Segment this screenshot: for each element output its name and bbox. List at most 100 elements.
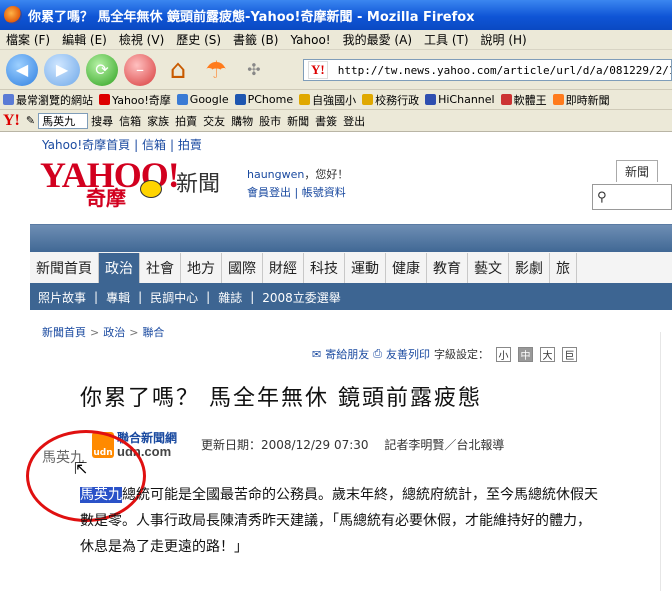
bookmark-item[interactable]: PChome [232, 93, 297, 106]
tab-politics[interactable]: 政治 [99, 253, 140, 283]
tab-international[interactable]: 國際 [222, 253, 263, 283]
font-size-small[interactable]: 小 [496, 346, 512, 362]
forward-button[interactable]: ▶ [44, 53, 80, 86]
bookmark-item[interactable]: Yahoo!奇摩 [96, 92, 174, 108]
toolbar-item-news[interactable]: 新聞 [284, 113, 312, 129]
menu-yahoo[interactable]: Yahoo! [284, 33, 336, 47]
rss-button[interactable]: ☂ [200, 54, 232, 86]
bookmark-item[interactable]: 自強國小 [296, 92, 359, 108]
url-bar[interactable]: Y! http://tw.news.yahoo.com/article/url/… [303, 59, 672, 81]
subnav-photo-story[interactable]: 照片故事 [30, 289, 94, 306]
tab-entertainment[interactable]: 影劇 [509, 253, 550, 283]
breadcrumb-separator: > [90, 326, 100, 339]
rss-icon: ☂ [205, 55, 227, 84]
software-icon [500, 94, 512, 105]
tab-health[interactable]: 健康 [386, 253, 427, 283]
font-size-medium[interactable]: 中 [518, 346, 534, 362]
home-button[interactable]: ⌂ [162, 54, 194, 86]
link-auction[interactable]: 拍賣 [178, 138, 202, 152]
bookmark-label: 最常瀏覽的網站 [16, 93, 93, 107]
toolbar-item-bookmarks[interactable]: 書簽 [312, 113, 340, 129]
article-meta: 更新日期：2008/12/29 07:30 記者李明賢／台北報導 [201, 436, 516, 453]
menu-view[interactable]: 檢視 (V) [113, 31, 170, 48]
tab-tech[interactable]: 科技 [304, 253, 345, 283]
stop-button[interactable]: – [124, 53, 156, 86]
subnav-election[interactable]: 2008立委選舉 [254, 289, 349, 306]
menu-file[interactable]: 檔案 (F) [0, 31, 56, 48]
hichannel-icon [425, 94, 437, 105]
menu-bookmarks[interactable]: 書籤 (B) [227, 31, 284, 48]
toolbar-item-logout[interactable]: 登出 [340, 113, 368, 129]
search-tab-news[interactable]: 新聞 [616, 160, 658, 182]
updated-date: 更新日期：2008/12/29 07:30 [201, 438, 369, 452]
search-icon: ⚲ [597, 189, 607, 205]
tab-society[interactable]: 社會 [140, 253, 181, 283]
toolbar-item-shopping[interactable]: 購物 [228, 113, 256, 129]
breadcrumb-politics[interactable]: 政治 [103, 326, 125, 339]
username: haungwen [247, 168, 305, 181]
bookmark-label: 即時新聞 [565, 93, 610, 107]
bookmark-label: HiChannel [438, 93, 495, 106]
bookmark-label: 軟體王 [513, 93, 547, 107]
article-body[interactable]: 馬英九總統可能是全國最苦命的公務員。歲末年終，總統府統計，至今馬總統休假天數是零… [80, 482, 600, 560]
forward-arrow-icon: ▶ [55, 60, 69, 79]
toolbar-item-dating[interactable]: 交友 [200, 113, 228, 129]
window-titlebar[interactable]: 你累了嗎？ 馬全年無休 鏡頭前露疲態-Yahoo!奇摩新聞 - Mozilla … [0, 0, 672, 30]
tab-local[interactable]: 地方 [181, 253, 222, 283]
font-size-large[interactable]: 大 [540, 346, 556, 362]
toolbar-search-input[interactable]: 馬英九 [38, 112, 89, 129]
toolbar-item-auction[interactable]: 拍賣 [172, 113, 200, 129]
tab-sports[interactable]: 運動 [345, 253, 386, 283]
section-title: 新聞 [176, 172, 221, 197]
pencil-icon[interactable]: ✎ [23, 114, 38, 127]
link-yahoo-home[interactable]: Yahoo!奇摩首頁 [42, 138, 130, 152]
bookmark-label: 校務行政 [375, 93, 420, 107]
tab-education[interactable]: 教育 [427, 253, 468, 283]
article-body-text: 總統可能是全國最苦命的公務員。歲末年終，總統府統計，至今馬總統休假天數是零。人事… [80, 487, 598, 555]
tab-travel[interactable]: 旅 [550, 253, 577, 283]
font-size-huge[interactable]: 巨 [562, 346, 578, 362]
category-tabs: 新聞首頁 政治 社會 地方 國際 財經 科技 運動 健康 教育 藝文 影劇 旅 [30, 252, 672, 284]
breadcrumb-news-home[interactable]: 新聞首頁 [42, 326, 86, 339]
breadcrumb: 新聞首頁 > 政治 > 聯合 [42, 324, 164, 340]
toolbar-item-family[interactable]: 家族 [144, 113, 172, 129]
bookmark-item[interactable]: Google [174, 93, 232, 106]
addon-button[interactable]: ✣ [238, 54, 270, 86]
tab-finance[interactable]: 財經 [263, 253, 304, 283]
nav-strip [30, 224, 672, 254]
reload-button[interactable]: ⟳ [86, 53, 118, 86]
selected-text[interactable]: 馬英九 [80, 487, 122, 503]
toolbar-search-button[interactable]: 搜尋 [88, 113, 116, 129]
print-link[interactable]: 友善列印 [386, 346, 430, 362]
menu-history[interactable]: 歷史 (S) [170, 31, 227, 48]
yahoo-toolbar-logo[interactable]: Y! [0, 112, 23, 130]
bookmark-item[interactable]: 軟體王 [498, 92, 550, 108]
site-search-input[interactable]: ⚲ [592, 184, 672, 210]
pchome-icon [234, 94, 246, 105]
menu-favorites[interactable]: 我的最愛 (A) [337, 31, 418, 48]
menu-tools[interactable]: 工具 (T) [418, 31, 475, 48]
subnav-magazine[interactable]: 雜誌 [210, 289, 250, 306]
back-button[interactable]: ◀ [6, 53, 38, 86]
reload-icon: ⟳ [95, 60, 109, 79]
navigation-toolbar: ◀ ▶ ⟳ – ⌂ ☂ ✣ Y! http://tw.news.yahoo.co… [0, 50, 672, 90]
stop-icon: – [136, 60, 144, 79]
back-arrow-icon: ◀ [15, 60, 29, 79]
tab-news-home[interactable]: 新聞首頁 [30, 253, 99, 283]
menu-help[interactable]: 說明 (H) [475, 31, 533, 48]
subnav-album[interactable]: 專輯 [98, 289, 138, 306]
bookmark-item[interactable]: 最常瀏覽的網站 [0, 92, 96, 108]
logout-link[interactable]: 會員登出 [247, 186, 291, 199]
send-to-friend-link[interactable]: 寄給朋友 [325, 346, 369, 362]
toolbar-item-mail[interactable]: 信箱 [116, 113, 144, 129]
bookmark-item[interactable]: 校務行政 [359, 92, 422, 108]
account-link[interactable]: 帳號資料 [302, 186, 346, 199]
bookmark-item[interactable]: HiChannel [422, 93, 498, 106]
toolbar-item-stocks[interactable]: 股市 [256, 113, 284, 129]
link-mail[interactable]: 信箱 [142, 138, 166, 152]
subnav-poll[interactable]: 民調中心 [142, 289, 206, 306]
breadcrumb-udn[interactable]: 聯合 [142, 326, 164, 339]
bookmark-item[interactable]: 即時新聞 [550, 92, 613, 108]
tab-arts[interactable]: 藝文 [468, 253, 509, 283]
menu-edit[interactable]: 編輯 (E) [56, 31, 113, 48]
